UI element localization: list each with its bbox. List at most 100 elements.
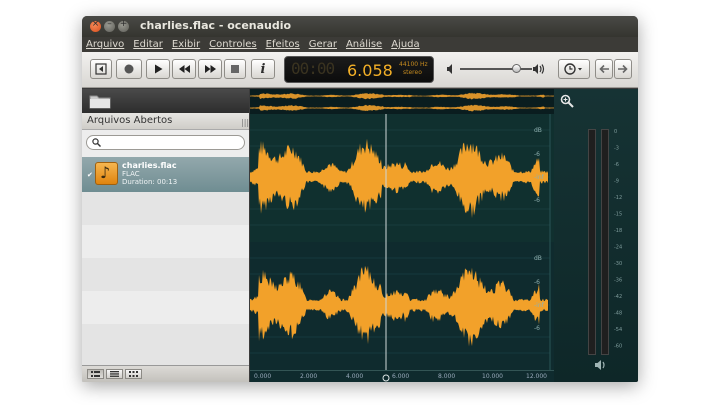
audio-file-icon: ♪ (95, 162, 118, 185)
volume-slider-thumb[interactable] (512, 64, 521, 73)
folder-bar (82, 89, 249, 113)
waveform-canvas[interactable]: dB -6 -inf -6 dB -6 -inf -6 (250, 114, 554, 370)
meter-scale: 0 -3 -6 -9 -12 -15 -18 -24 -30 -36 -42 -48 -54 -60 (614, 129, 622, 350)
time-ruler[interactable]: 0.000 2.000 4.000 6.000 8.000 10.000 12.… (250, 370, 554, 382)
list-row (82, 291, 249, 324)
redo-button[interactable] (614, 59, 632, 79)
detail-view-button[interactable] (87, 369, 104, 379)
volume-control (446, 62, 546, 76)
menu-arquivo[interactable]: Arquivo (86, 37, 124, 52)
file-format: FLAC (122, 170, 140, 178)
lcd-channel-mode: stereo (403, 69, 422, 76)
close-button[interactable]: × (90, 19, 101, 32)
meter-scale-label: -18 (614, 228, 622, 234)
ruler-tick: 4.000 (346, 373, 364, 380)
list-view-icon (110, 371, 119, 377)
minimize-button[interactable]: – (104, 19, 115, 32)
file-list-item[interactable]: ✔ ♪ charlies.flac FLAC Duration: 00:13 (82, 157, 249, 192)
meter-scale-label: -3 (614, 146, 619, 152)
detail-view-icon (91, 371, 100, 377)
maximize-button[interactable]: + (118, 19, 129, 32)
menu-ajuda[interactable]: Ajuda (391, 37, 419, 52)
info-button[interactable]: i (251, 59, 275, 79)
speaker-icon[interactable] (594, 359, 608, 371)
meter-scale-label: -15 (614, 212, 622, 218)
close-icon: × (91, 19, 100, 29)
back-to-start-button[interactable] (90, 59, 112, 79)
db-scale-label: -inf (534, 174, 545, 181)
maximize-icon: + (119, 19, 128, 29)
search-icon (92, 138, 101, 147)
meter-scale-label: -60 (614, 344, 622, 350)
lcd-time: 6.058 (347, 61, 393, 80)
right-level-meter (601, 129, 609, 355)
lcd-sample-rate: 44100 Hz (399, 61, 428, 68)
left-level-meter (588, 129, 596, 355)
menu-analise[interactable]: Análise (346, 37, 382, 52)
db-scale-label: -inf (534, 302, 545, 309)
redo-icon (618, 64, 628, 74)
meter-scale-label: -9 (614, 179, 619, 185)
menu-bar: Arquivo Editar Exibir Controles Efeitos … (82, 37, 638, 52)
screen: × – + charlies.flac - ocenaudio Arquivo … (0, 0, 720, 405)
waveform-overview[interactable] (250, 89, 554, 114)
stop-button[interactable] (224, 59, 246, 79)
ruler-tick: 8.000 (438, 373, 456, 380)
grid-view-icon (129, 371, 138, 377)
volume-low-icon (447, 64, 452, 74)
folder-icon[interactable] (89, 93, 111, 109)
file-duration: Duration: 00:13 (122, 178, 178, 186)
meter-scale-label: -48 (614, 311, 622, 317)
info-icon: i (260, 61, 266, 77)
overview-left-channel (250, 92, 554, 100)
volume-high-icon (533, 64, 545, 74)
search-input[interactable] (86, 135, 245, 150)
meter-scale-label: -24 (614, 245, 622, 251)
db-scale-label: dB (534, 255, 542, 262)
menu-gerar[interactable]: Gerar (309, 37, 337, 52)
rewind-button[interactable] (172, 59, 196, 79)
zoom-icon[interactable] (560, 94, 574, 108)
level-meters: 0 -3 -6 -9 -12 -15 -18 -24 -30 -36 -42 -48 -54 -60 (554, 89, 638, 382)
menu-controles[interactable]: Controles (209, 37, 257, 52)
view-mode-bar (82, 365, 249, 382)
ruler-tick: 0.000 (254, 373, 272, 380)
meter-scale-label: 0 (614, 129, 617, 135)
undo-button[interactable] (595, 59, 613, 79)
ruler-tick: 2.000 (300, 373, 318, 380)
db-scale-label: -6 (534, 279, 540, 286)
menu-exibir[interactable]: Exibir (172, 37, 200, 52)
undo-icon (599, 64, 609, 74)
db-scale-label: -6 (534, 151, 540, 158)
fast-forward-icon (204, 65, 216, 73)
grid-view-button[interactable] (125, 369, 142, 379)
clock-icon (564, 63, 582, 75)
grip-icon[interactable]: ||| (241, 118, 249, 127)
file-name: charlies.flac (122, 161, 177, 170)
waveform-view[interactable]: dB -6 -inf -6 dB -6 -inf -6 0.000 2.000 4.000 6… (250, 89, 554, 382)
files-header: Arquivos Abertos ||| (82, 113, 249, 130)
time-display: 00:00 6.058 44100 Hz stereo (284, 56, 434, 83)
meter-scale-label: -54 (614, 327, 622, 333)
fast-forward-button[interactable] (198, 59, 222, 79)
record-button[interactable] (116, 59, 142, 79)
meter-scale-label: -42 (614, 294, 622, 300)
toolbar: i 00:00 6.058 44100 Hz stereo (82, 52, 638, 88)
list-row (82, 324, 249, 365)
list-view-button[interactable] (106, 369, 123, 379)
volume-slider[interactable] (460, 68, 532, 70)
meter-scale-label: -12 (614, 195, 622, 201)
play-button[interactable] (146, 59, 170, 79)
ruler-tick: 10.000 (482, 373, 503, 380)
db-scale-label: -6 (534, 197, 540, 204)
minimize-icon: – (107, 19, 112, 29)
menu-efeitos[interactable]: Efeitos (266, 37, 300, 52)
playhead-handle-icon[interactable] (382, 374, 390, 382)
meter-scale-label: -30 (614, 261, 622, 267)
meter-scale-label: -6 (614, 162, 619, 168)
list-row (82, 225, 249, 258)
clock-button[interactable] (558, 59, 590, 79)
menu-editar[interactable]: Editar (133, 37, 163, 52)
app-window: × – + charlies.flac - ocenaudio Arquivo … (82, 16, 638, 382)
overview-right-channel (250, 104, 554, 112)
